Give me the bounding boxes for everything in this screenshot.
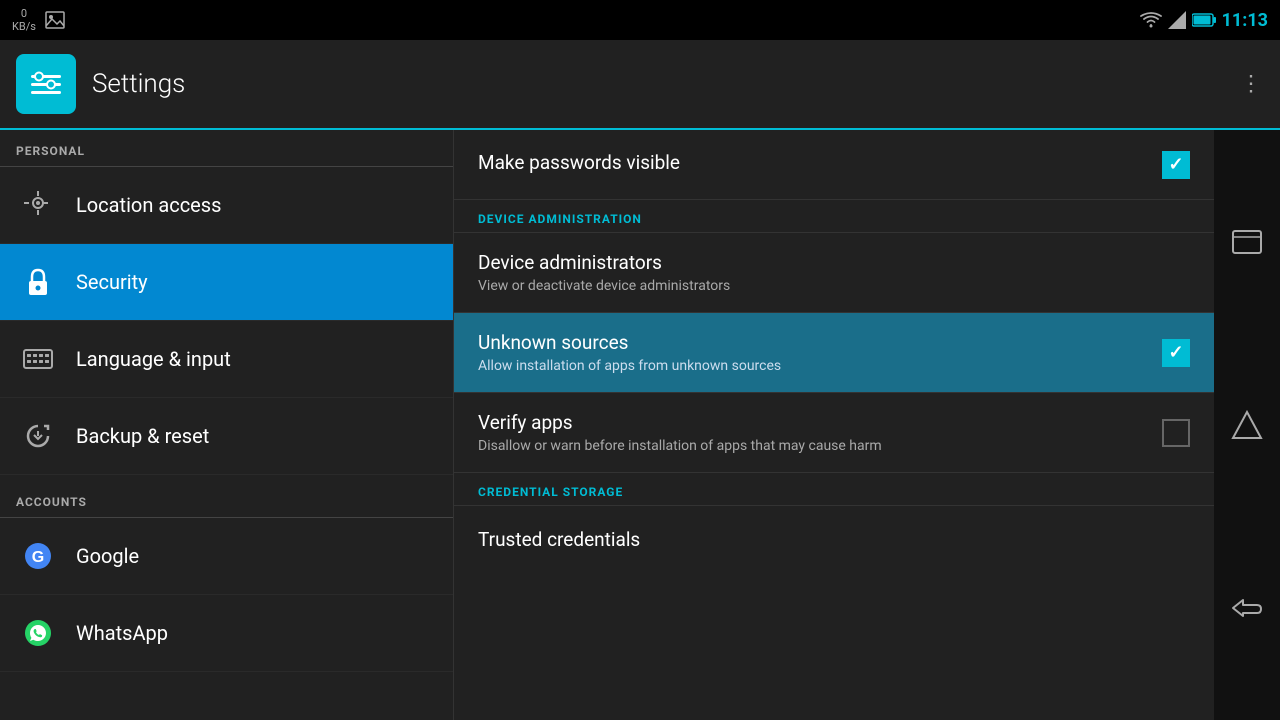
svg-text:G: G — [32, 549, 44, 566]
back-button[interactable] — [1224, 585, 1270, 631]
device-admins-text: Device administrators View or deactivate… — [478, 251, 1190, 294]
battery-icon — [1192, 13, 1216, 27]
passwords-visible-text: Make passwords visible — [478, 151, 1162, 178]
section-header-accounts: ACCOUNTS — [0, 481, 453, 517]
sidebar: PERSONAL Location access — [0, 130, 454, 720]
verify-apps-text: Verify apps Disallow or warn before inst… — [478, 411, 1162, 454]
sidebar-item-label-security: Security — [76, 270, 148, 294]
passwords-visible-title: Make passwords visible — [478, 151, 1162, 174]
home-icon — [1231, 410, 1263, 440]
sidebar-item-whatsapp[interactable]: WhatsApp — [0, 595, 453, 672]
sidebar-item-label-whatsapp: WhatsApp — [76, 621, 168, 645]
section-label-credential-storage: CREDENTIAL STORAGE — [454, 473, 1214, 506]
content-item-trusted-credentials[interactable]: Trusted credentials — [454, 506, 1214, 576]
content-item-verify-apps[interactable]: Verify apps Disallow or warn before inst… — [454, 393, 1214, 473]
sidebar-item-language-input[interactable]: Language & input — [0, 321, 453, 398]
device-admins-title: Device administrators — [478, 251, 1190, 274]
recent-apps-icon — [1229, 227, 1265, 257]
backup-icon — [20, 418, 56, 454]
kb-label: 0KB/s — [12, 7, 36, 33]
google-icon: G — [20, 538, 56, 574]
content-area: Make passwords visible DEVICE ADMINISTRA… — [454, 130, 1214, 720]
unknown-sources-checkbox[interactable] — [1162, 339, 1190, 367]
settings-app-icon — [16, 54, 76, 114]
verify-apps-checkbox[interactable] — [1162, 419, 1190, 447]
content-item-unknown-sources[interactable]: Unknown sources Allow installation of ap… — [454, 313, 1214, 393]
sidebar-item-security[interactable]: Security — [0, 244, 453, 321]
section-label-device-admin: DEVICE ADMINISTRATION — [454, 200, 1214, 233]
back-icon — [1229, 596, 1265, 620]
image-status-icon — [44, 9, 66, 31]
section-header-personal: PERSONAL — [0, 130, 453, 166]
main-layout: PERSONAL Location access — [0, 130, 1280, 720]
signal-icon — [1168, 11, 1186, 29]
sidebar-item-label-language: Language & input — [76, 347, 231, 371]
keyboard-icon — [20, 341, 56, 377]
nav-bar — [1214, 130, 1280, 720]
settings-icon — [27, 65, 65, 103]
sidebar-item-google[interactable]: G Google — [0, 518, 453, 595]
sidebar-item-label-backup: Backup & reset — [76, 424, 209, 448]
trusted-credentials-title: Trusted credentials — [478, 528, 1190, 551]
app-bar: Settings ⋮ — [0, 40, 1280, 130]
sidebar-item-backup-reset[interactable]: Backup & reset — [0, 398, 453, 475]
unknown-sources-subtitle: Allow installation of apps from unknown … — [478, 358, 1162, 374]
sidebar-item-label-location: Location access — [76, 193, 221, 217]
whatsapp-icon — [20, 615, 56, 651]
status-right: 11:13 — [1140, 10, 1268, 31]
content-item-device-administrators[interactable]: Device administrators View or deactivate… — [454, 233, 1214, 313]
lock-icon — [20, 264, 56, 300]
app-title: Settings — [92, 69, 185, 99]
trusted-credentials-text: Trusted credentials — [478, 528, 1190, 555]
passwords-visible-checkbox[interactable] — [1162, 151, 1190, 179]
status-left: 0KB/s — [12, 7, 66, 33]
home-button[interactable] — [1224, 402, 1270, 448]
overflow-menu-button[interactable]: ⋮ — [1240, 72, 1264, 97]
verify-apps-title: Verify apps — [478, 411, 1162, 434]
status-bar: 0KB/s 11:13 — [0, 0, 1280, 40]
unknown-sources-title: Unknown sources — [478, 331, 1162, 354]
unknown-sources-text: Unknown sources Allow installation of ap… — [478, 331, 1162, 374]
status-time: 11:13 — [1222, 10, 1268, 31]
sidebar-item-location-access[interactable]: Location access — [0, 167, 453, 244]
wifi-icon — [1140, 11, 1162, 29]
content-item-passwords-visible[interactable]: Make passwords visible — [454, 130, 1214, 200]
verify-apps-subtitle: Disallow or warn before installation of … — [478, 438, 1162, 454]
device-admins-subtitle: View or deactivate device administrators — [478, 278, 1190, 294]
recent-apps-button[interactable] — [1224, 219, 1270, 265]
sidebar-item-label-google: Google — [76, 544, 139, 568]
location-icon — [20, 187, 56, 223]
